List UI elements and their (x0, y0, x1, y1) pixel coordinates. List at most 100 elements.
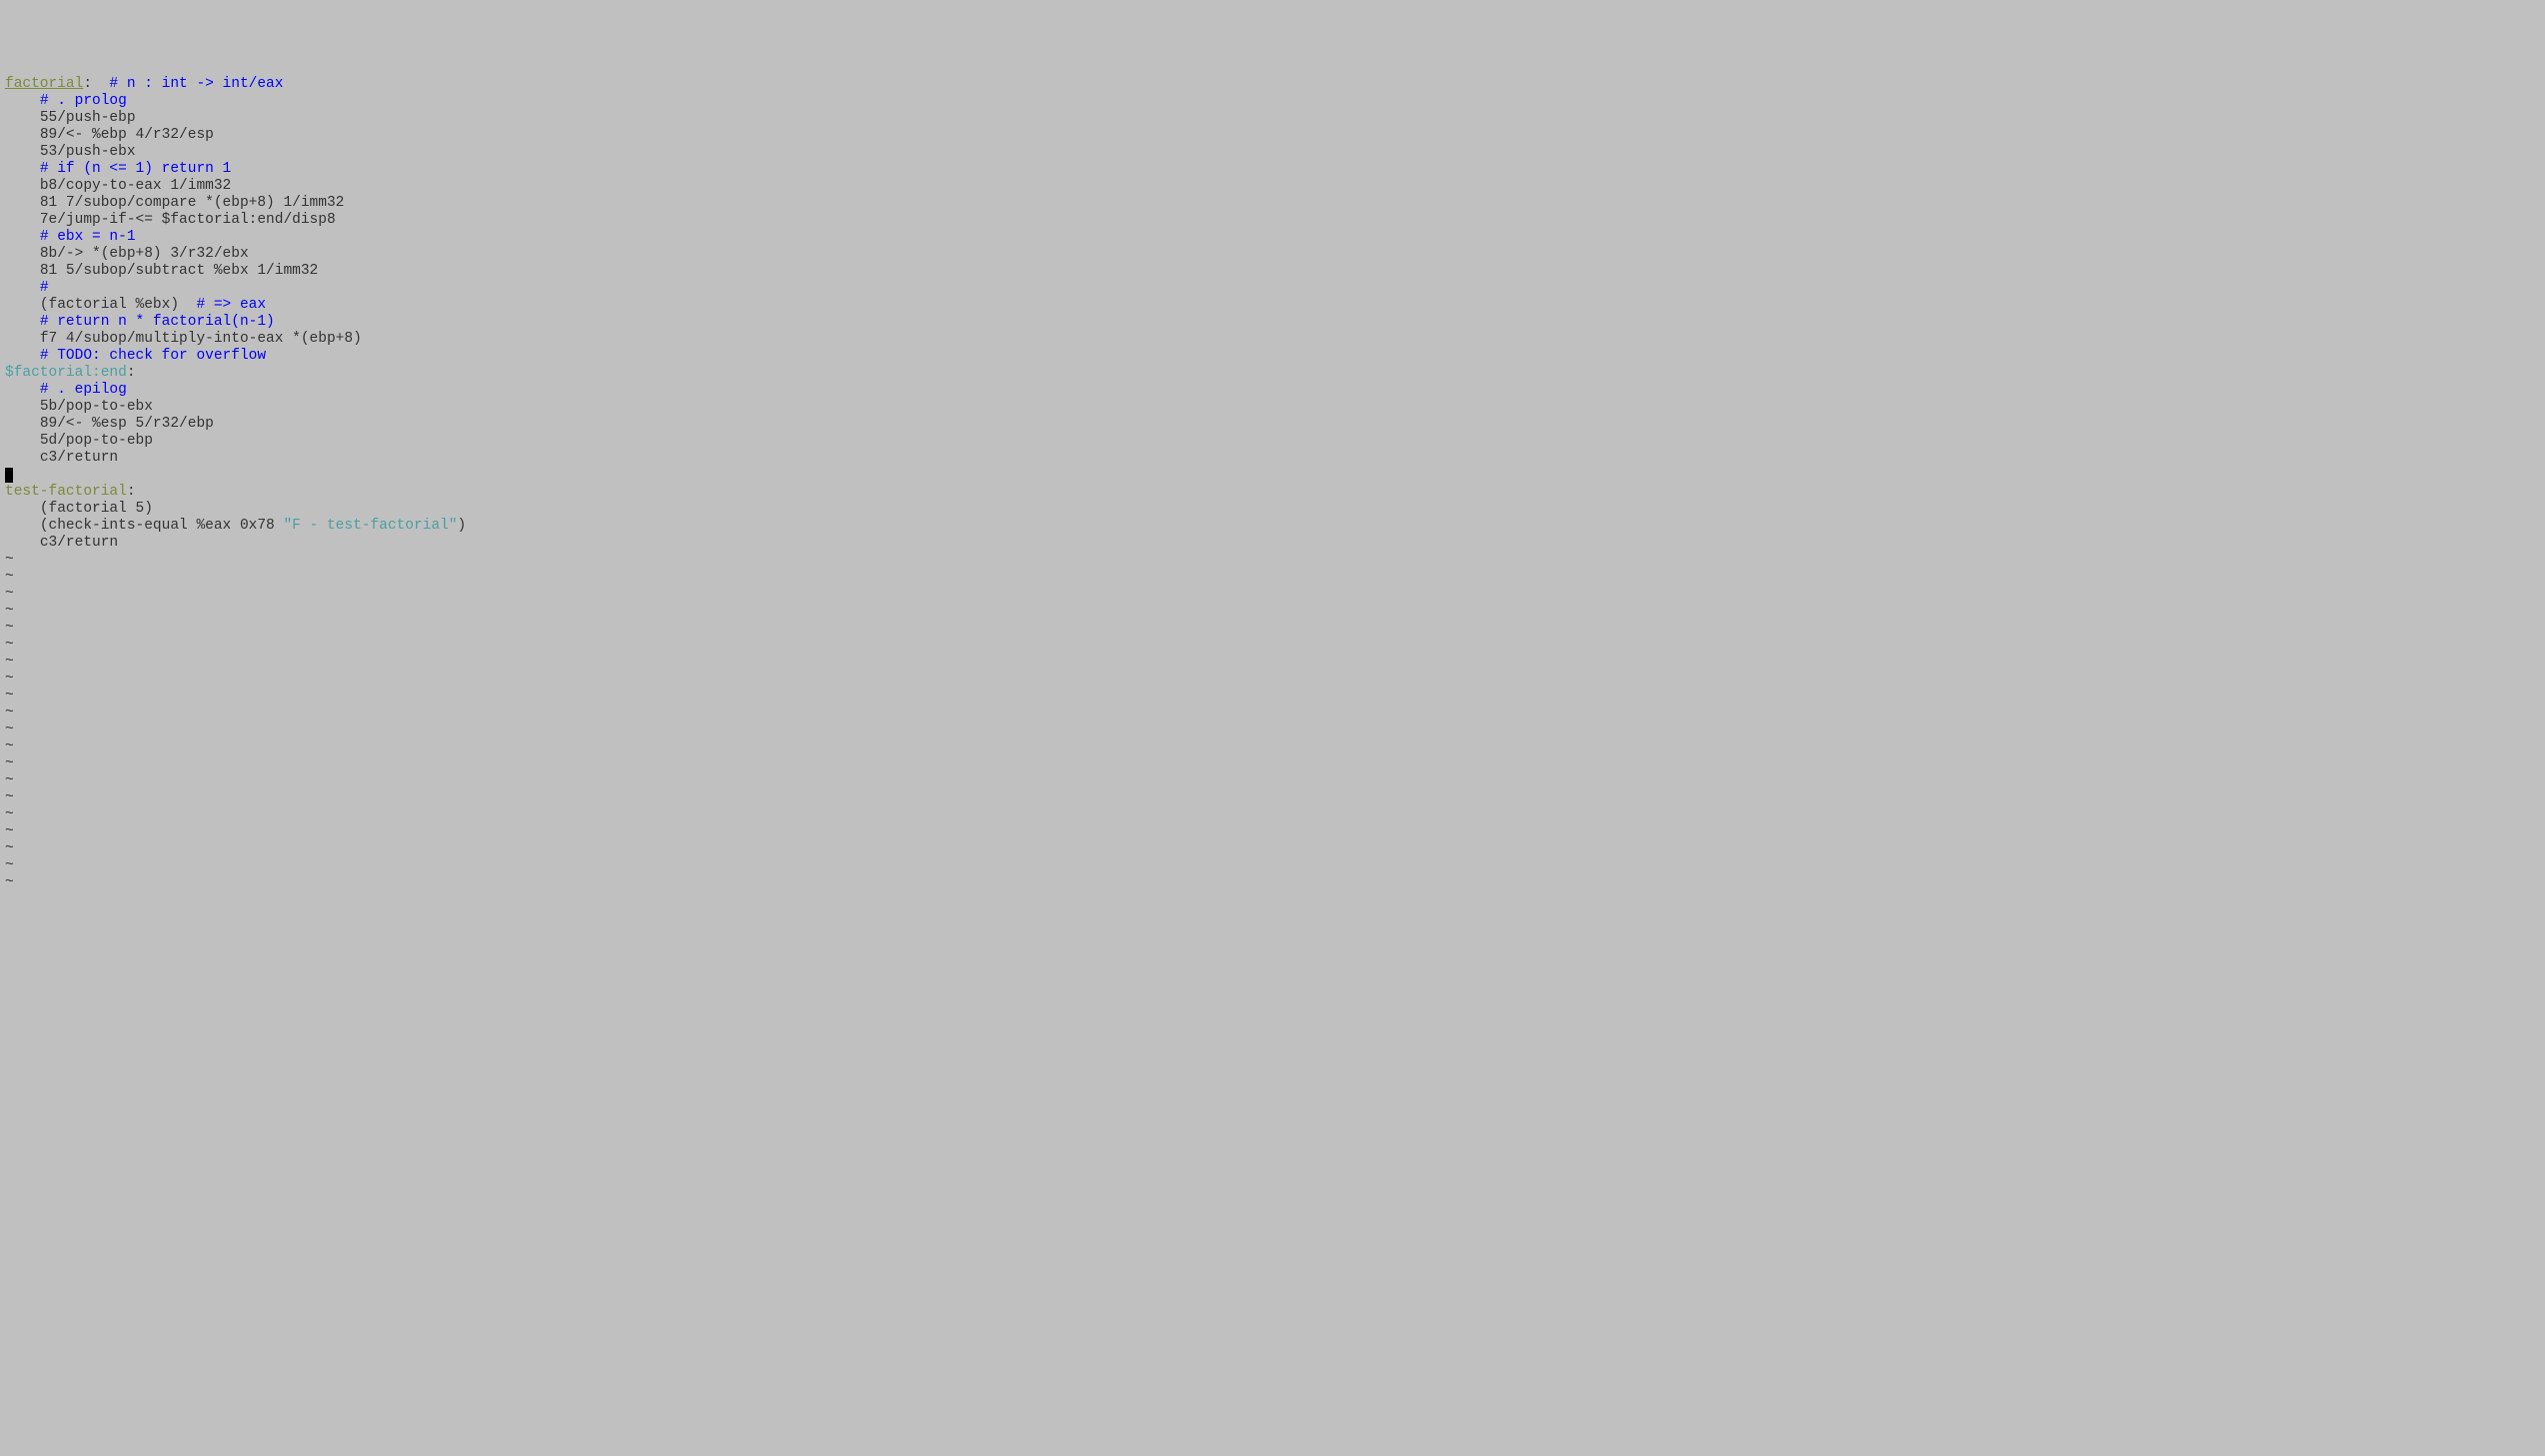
indent (5, 433, 40, 449)
code-line: 5d/pop-to-ebp (5, 433, 2540, 450)
empty-line-tilde: ~ (5, 772, 2540, 789)
empty-line-tilde: ~ (5, 738, 2540, 755)
code-line: 53/push-ebx (5, 144, 2540, 161)
code: ) (457, 518, 466, 534)
cursor-block (5, 468, 13, 483)
code-line: # ebx = n-1 (5, 229, 2540, 246)
comment: # TODO: check for overflow (40, 348, 266, 364)
indent (5, 263, 40, 279)
indent (5, 297, 40, 313)
empty-line-tilde: ~ (5, 637, 2540, 654)
indent (5, 399, 40, 415)
colon: : (127, 365, 136, 381)
empty-line-tilde: ~ (5, 789, 2540, 806)
indent (5, 535, 40, 551)
empty-line-tilde: ~ (5, 569, 2540, 586)
empty-line-tilde: ~ (5, 874, 2540, 891)
indent (5, 450, 40, 466)
indent (5, 246, 40, 262)
indent (5, 178, 40, 194)
empty-line-tilde: ~ (5, 654, 2540, 671)
code-line: (factorial %ebx) # => eax (5, 297, 2540, 314)
comment: # . prolog (40, 93, 127, 109)
code: 7e/jump-if-<= $factorial:end/disp8 (40, 212, 336, 228)
code: f7 4/subop/multiply-into-eax *(ebp+8) (40, 331, 362, 347)
function-label: test-factorial (5, 484, 127, 500)
code-line: 89/<- %ebp 4/r32/esp (5, 127, 2540, 144)
code: (factorial %ebx) (40, 297, 197, 313)
indent (5, 229, 40, 245)
code-line: factorial: # n : int -> int/eax (5, 76, 2540, 93)
code-line: 89/<- %esp 5/r32/ebp (5, 416, 2540, 433)
code: 89/<- %ebp 4/r32/esp (40, 127, 214, 143)
code: 55/push-ebp (40, 110, 136, 126)
editor-viewport[interactable]: factorial: # n : int -> int/eax # . prol… (5, 76, 2540, 891)
indent (5, 382, 40, 398)
empty-line-tilde: ~ (5, 722, 2540, 738)
code: 8b/-> *(ebp+8) 3/r32/ebx (40, 246, 249, 262)
function-label: factorial (5, 76, 83, 92)
comment: # (40, 280, 49, 296)
code-line: f7 4/subop/multiply-into-eax *(ebp+8) (5, 331, 2540, 348)
indent (5, 110, 40, 126)
code-line: # . prolog (5, 93, 2540, 110)
code: 89/<- %esp 5/r32/ebp (40, 416, 214, 432)
indent (5, 416, 40, 432)
empty-line-tilde: ~ (5, 705, 2540, 722)
comment: # . epilog (40, 382, 127, 398)
code: 81 5/subop/subtract %ebx 1/imm32 (40, 263, 318, 279)
code: (check-ints-equal %eax 0x78 (40, 518, 284, 534)
indent (5, 144, 40, 160)
empty-line-tilde: ~ (5, 620, 2540, 637)
indent (5, 314, 40, 330)
empty-line-tilde: ~ (5, 603, 2540, 620)
code: b8/copy-to-eax 1/imm32 (40, 178, 231, 194)
code-line: $factorial:end: (5, 365, 2540, 382)
code-line: b8/copy-to-eax 1/imm32 (5, 178, 2540, 195)
code-line: 81 5/subop/subtract %ebx 1/imm32 (5, 263, 2540, 280)
code: c3/return (40, 450, 118, 466)
indent (5, 195, 40, 211)
sub-label: $factorial:end (5, 365, 127, 381)
empty-line-tilde: ~ (5, 671, 2540, 688)
empty-line-tilde: ~ (5, 552, 2540, 569)
indent (5, 348, 40, 364)
code-line: test-factorial: (5, 484, 2540, 501)
empty-line-tilde: ~ (5, 688, 2540, 705)
code: 5d/pop-to-ebp (40, 433, 153, 449)
cursor-line (5, 467, 2540, 484)
comment: # ebx = n-1 (40, 229, 136, 245)
code: c3/return (40, 535, 118, 551)
indent (5, 161, 40, 177)
code-line: # if (n <= 1) return 1 (5, 161, 2540, 178)
code: 53/push-ebx (40, 144, 136, 160)
code: 81 7/subop/compare *(ebp+8) 1/imm32 (40, 195, 345, 211)
colon: : (83, 76, 92, 92)
empty-line-tilde: ~ (5, 806, 2540, 823)
indent (5, 93, 40, 109)
code-line: # . epilog (5, 382, 2540, 399)
code-line: # (5, 280, 2540, 297)
indent (5, 331, 40, 347)
comment: # if (n <= 1) return 1 (40, 161, 231, 177)
code-line: 81 7/subop/compare *(ebp+8) 1/imm32 (5, 195, 2540, 212)
code-line: 7e/jump-if-<= $factorial:end/disp8 (5, 212, 2540, 229)
empty-line-tilde: ~ (5, 857, 2540, 874)
comment: # => eax (196, 297, 266, 313)
code-line: (check-ints-equal %eax 0x78 "F - test-fa… (5, 518, 2540, 535)
empty-line-tilde: ~ (5, 755, 2540, 772)
code-line: c3/return (5, 535, 2540, 552)
code-line: 5b/pop-to-ebx (5, 399, 2540, 416)
code-line: 55/push-ebp (5, 110, 2540, 127)
indent (5, 212, 40, 228)
empty-line-tilde: ~ (5, 840, 2540, 857)
indent (5, 127, 40, 143)
code-line: 8b/-> *(ebp+8) 3/r32/ebx (5, 246, 2540, 263)
code: 5b/pop-to-ebx (40, 399, 153, 415)
code-line: # return n * factorial(n-1) (5, 314, 2540, 331)
comment: # return n * factorial(n-1) (40, 314, 275, 330)
code: (factorial 5) (40, 501, 153, 517)
empty-line-tilde: ~ (5, 823, 2540, 840)
code-line: c3/return (5, 450, 2540, 467)
indent (5, 280, 40, 296)
